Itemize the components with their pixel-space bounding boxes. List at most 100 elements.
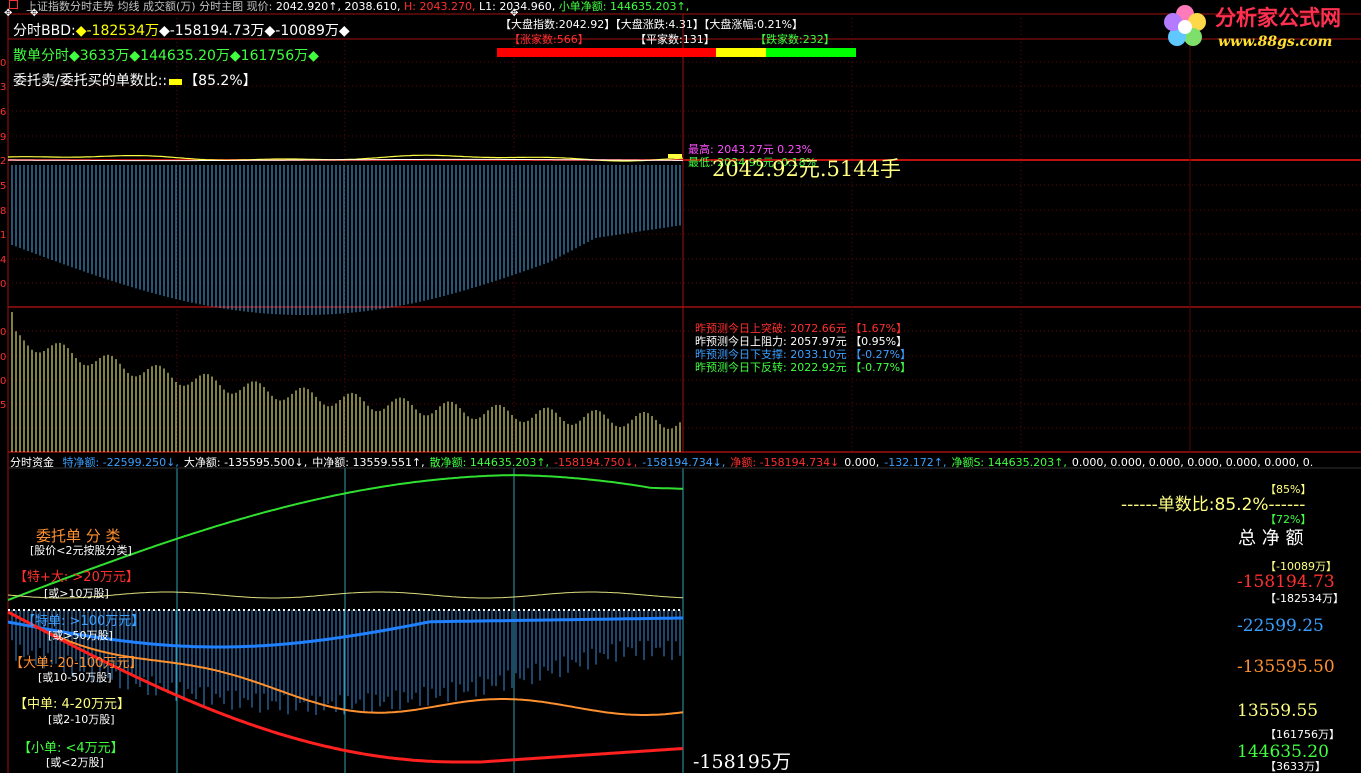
market-change-pct: 【大盘涨幅:0.21%】 (703, 18, 804, 31)
ratio-value: 【85.2%】 (184, 73, 257, 89)
axis-tick-label: 0 (0, 58, 6, 69)
market-summary: 【大盘指数:2042.92】【大盘涨跌:4.31】【大盘涨幅:0.21%】 (500, 18, 803, 31)
flow-item: 特净额: -22599.250↓, (62, 456, 179, 469)
market-flat-count: 【平家数:131】 (635, 33, 715, 46)
header-price-value: 2042.920↑, (275, 0, 342, 13)
legend-title: 委托单 分 类 (36, 527, 121, 545)
prediction-row: 昨预测今日下支撑: 2033.10元 【-0.27%】 (695, 348, 911, 361)
total-net-value: -158194.73 (1237, 572, 1335, 592)
market-change: 【大盘涨跌:4.31】 (615, 18, 704, 31)
flow-item: 0.000, (844, 456, 880, 469)
header-ma: 均线 (117, 0, 140, 13)
axis-tick-label: 0 (0, 376, 6, 387)
prediction-label: 昨预测今日上突破: (695, 322, 791, 335)
pct72-tag: 【72%】 (1265, 513, 1312, 526)
flow-item: -158194.750↓, (554, 456, 638, 469)
axis-tick-label: 6 (0, 107, 6, 118)
medium-net-value: 13559.55 (1237, 701, 1319, 721)
retail-label: 散单分时 (13, 48, 69, 64)
zoom-out-icon[interactable]: ✥ (30, 9, 38, 19)
header-low-label: L1: (478, 0, 496, 13)
market-breadth-bar (497, 48, 856, 57)
prediction-row: 昨预测今日上突破: 2072.66元 【1.67%】 (695, 322, 911, 335)
market-index: 【大盘指数:2042.92】 (500, 18, 616, 31)
axis-tick-label: 0 (0, 327, 6, 338)
legend-super: 【特+大: >20万元】 (14, 570, 139, 585)
legend-small-note: [或<2万股] (46, 756, 104, 769)
prediction-pct: 【0.95%】 (850, 335, 908, 348)
legend-special: 【特单: >100万元】 (22, 614, 145, 629)
prediction-row: 昨预测今日上阻力: 2057.97元 【0.95%】 (695, 335, 911, 348)
special-net-value: -22599.25 (1237, 616, 1324, 636)
legend-medium-note: [或2-10万股] (48, 713, 115, 726)
prediction-value: 2022.92元 (790, 361, 851, 374)
market-down-count: 【跌家数:232】 (755, 33, 835, 46)
axis-tick-label: 0 (0, 279, 6, 290)
bbd-value-1: ◆-182534万 (75, 23, 159, 39)
prediction-list: 昨预测今日上突破: 2072.66元 【1.67%】 昨预测今日上阻力: 2057… (695, 322, 911, 374)
axis-tick-label: 8 (0, 206, 6, 217)
axis-tick-label: 3 (0, 82, 6, 93)
header-high-label: H: (404, 0, 416, 13)
zoom-in-icon[interactable]: ✥ (4, 9, 12, 19)
header-price-label: 现价: (246, 0, 273, 13)
axis-tick-label: 5 (0, 181, 6, 192)
ratio-swatch (169, 79, 183, 85)
prediction-value: 2033.10元 (790, 348, 851, 361)
header-high-value: 2043.270, (419, 0, 476, 13)
legend-small: 【小单: <4万元】 (18, 741, 124, 756)
axis-tick-label: 9 (0, 132, 6, 143)
retail-value-3: ◆161756万◆ (229, 48, 319, 64)
prediction-row: 昨预测今日下反转: 2022.92元 【-0.77%】 (695, 361, 911, 374)
big-price-label: 2042.92元.5144手 (712, 157, 901, 181)
flow-item: 0.000, 0.000, 0.000, 0.000, 0.000, 0.000… (1071, 456, 1314, 469)
header-smallnet-value: 144635.203↑, (610, 0, 690, 13)
market-up-count: 【涨家数:566】 (509, 33, 589, 46)
tag-161756: 【161756万】 (1265, 728, 1340, 741)
legend-large: 【大单: 20-100万元】 (10, 656, 143, 671)
axis-tick-label: 1 (0, 230, 6, 241)
flow-item: -158194.734↓, (642, 456, 726, 469)
breadth-flat-segment (715, 48, 767, 57)
flow-title: 分时资金 (10, 456, 54, 469)
ratio-line: 委托卖/委托买的单数比:: 【85.2%】 (13, 73, 257, 90)
legend-super-note: [或>10万股] (44, 587, 109, 600)
small-net-value: 144635.20 (1237, 742, 1329, 762)
prediction-label: 昨预测今日下支撑: (695, 348, 791, 361)
total-net-label: 总 净 额 (1238, 528, 1304, 549)
legend-subtitle: [股价<2元按股分类] (30, 544, 132, 557)
ratio-dash-line: ------单数比:85.2%------ (1121, 495, 1306, 515)
price-marker (668, 154, 682, 158)
flow-item: 净额: -158194.734↓ (730, 456, 840, 469)
tag-3633: 【3633万】 (1265, 760, 1326, 773)
legend-large-note: [或10-50万股] (38, 671, 112, 684)
axis-tick-label: 4 (0, 255, 6, 266)
tag-182534: 【-182534万】 (1265, 592, 1344, 605)
header-smallnet-label: 小单净额: (558, 0, 607, 13)
prediction-label: 昨预测今日上阻力: (695, 335, 791, 348)
header-main: 分时主图 (199, 0, 244, 13)
prediction-pct: 【1.67%】 (850, 322, 908, 335)
header-title: 上证指数分时走势 (26, 0, 114, 13)
header-low-value: 2034.960, (499, 0, 556, 13)
axis-tick-label: 0 (0, 352, 6, 363)
prediction-pct: 【-0.77%】 (850, 361, 912, 374)
bottom-big-value: -158195万 (693, 751, 791, 773)
breadth-down-segment (766, 48, 856, 57)
header-volume: 成交额(万) (143, 0, 196, 13)
breadth-up-segment (497, 48, 716, 57)
flow-item: 散净额: 144635.203↑, (429, 456, 550, 469)
high-tag: 最高: 2043.27元 0.23% (688, 143, 813, 156)
retail-line: 散单分时◆3633万◆144635.20万◆161756万◆ (13, 48, 319, 65)
bbd-value-2: ◆-158194.73万 (158, 23, 265, 39)
flow-item: 大净额: -135595.500↓, (183, 456, 308, 469)
header-bar: 上证指数分时走势 均线 成交额(万) 分时主图 现价: 2042.920↑, 2… (26, 0, 689, 13)
header-prev-value: 2038.610, (344, 0, 401, 13)
prediction-pct: 【-0.27%】 (850, 348, 912, 361)
legend-special-note: [或>50万股] (48, 629, 113, 642)
ratio-label: 委托卖/委托买的单数比:: (13, 73, 168, 89)
axis-tick-label: 5 (0, 400, 6, 411)
retail-value-2: ◆144635.20万 (129, 48, 230, 64)
bbd-line: 分时BBD:◆-182534万◆-158194.73万◆-10089万◆ (13, 23, 350, 40)
prediction-value: 2072.66元 (790, 322, 851, 335)
